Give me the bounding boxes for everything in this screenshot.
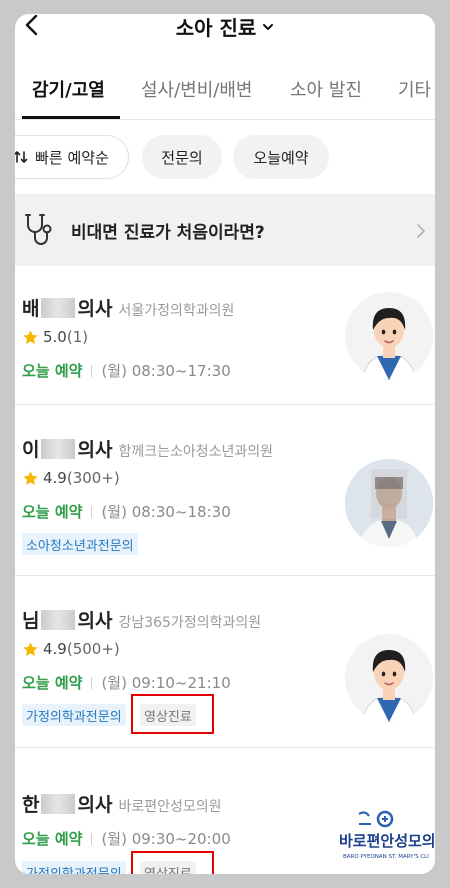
availability-label: 오늘 예약: [22, 362, 83, 380]
doctor-title: 의사: [77, 439, 113, 461]
doctor-title: 의사: [77, 794, 113, 816]
hours-row: 오늘 예약 (월) 09:10~21:10: [22, 672, 231, 693]
hospital-logo: 바로편안성모의 BARO PYEONAN ST. MARY'S CLI: [339, 806, 435, 866]
tab-etc[interactable]: 기타 소: [398, 76, 435, 102]
specialty-tag: 가정의학과전문의: [22, 861, 126, 874]
divider: [91, 676, 93, 689]
star-icon: [23, 329, 38, 344]
hours-row: 오늘 예약 (월) 08:30~18:30: [22, 501, 231, 522]
doctor-name-row: 님 의사 강남365가정의학과의원: [22, 606, 261, 633]
doctor-name-initial: 한: [22, 794, 40, 816]
star-icon: [23, 641, 38, 656]
rating-value: 4.9: [43, 640, 67, 658]
specialist-chip[interactable]: 전문의: [142, 135, 222, 179]
hospital-name: 바로편안성모의원: [118, 799, 222, 815]
doctor-card[interactable]: 이 의사 함께크는소아청소년과의원 4.9 (300+) 오늘 예약 (월) 08:30…: [15, 405, 435, 576]
rating-count: (1): [66, 328, 89, 346]
rating-row: 5.0 (1): [22, 328, 88, 346]
doctor-name-initial: 이: [22, 439, 40, 461]
name-blur: [41, 610, 76, 630]
doctor-avatar: [345, 292, 433, 380]
doctor-photo: [345, 459, 433, 547]
rating-row: 4.9 (300+): [22, 469, 120, 487]
specialty-tag: 소아청소년과전문의: [22, 533, 138, 555]
rating-row: 4.9 (500+): [22, 640, 120, 658]
availability-label: 오늘 예약: [22, 830, 83, 848]
doctor-title: 의사: [77, 610, 113, 632]
office-hours: (월) 09:10~21:10: [101, 674, 231, 692]
chevron-down-icon: [263, 24, 274, 30]
name-blur: [41, 298, 76, 318]
sort-label: 빠른 예약순: [35, 148, 109, 167]
today-reservation-chip[interactable]: 오늘예약: [233, 135, 329, 179]
divider: [91, 832, 93, 845]
name-blur: [41, 439, 76, 459]
logo-text: 바로편안성모의: [339, 832, 435, 850]
cartoon-doctor-icon: [362, 308, 416, 380]
hours-row: 오늘 예약 (월) 09:30~20:00: [22, 828, 231, 849]
hours-row: 오늘 예약 (월) 08:30~17:30: [22, 360, 231, 381]
category-tabs: 감기/고열 설사/변비/배변 소아 발진 기타 소: [15, 70, 435, 120]
doctor-title: 의사: [77, 298, 113, 320]
availability-label: 오늘 예약: [22, 674, 83, 692]
doctor-name-initial: 님: [22, 610, 40, 632]
divider: [91, 505, 93, 518]
divider: [91, 364, 93, 377]
hospital-name: 강남365가정의학과의원: [118, 615, 262, 631]
stethoscope-icon: [25, 214, 52, 245]
app-sheet: 소아 진료 감기/고열 설사/변비/배변 소아 발진 기타 소 빠른 예약순 전…: [15, 14, 435, 874]
sort-chip[interactable]: 빠른 예약순: [15, 135, 129, 179]
first-time-banner[interactable]: 비대면 진료가 처음이라면?: [15, 194, 435, 266]
tab-cold-fever[interactable]: 감기/고열: [32, 76, 105, 102]
hospital-logo-icon: 바로편안성모의 BARO PYEONAN ST. MARY'S CLI: [339, 810, 435, 860]
doctor-card[interactable]: 한 의사 바로편안성모의원 오늘 예약 (월) 09:30~20:00 가정의학과전문…: [15, 748, 435, 874]
doctor-avatar: [345, 634, 433, 722]
rating-value: 4.9: [43, 469, 67, 487]
office-hours: (월) 08:30~17:30: [101, 362, 231, 380]
doctor-name-row: 배 의사 서울가정의학과의원: [22, 294, 234, 321]
doctor-name-initial: 배: [22, 298, 40, 320]
star-icon: [23, 470, 38, 485]
rating-count: (500+): [66, 640, 120, 658]
today-label: 오늘예약: [253, 148, 309, 167]
header: 소아 진료: [15, 14, 435, 40]
cartoon-doctor-icon: [362, 650, 416, 722]
office-hours: (월) 09:30~20:00: [101, 830, 231, 848]
office-hours: (월) 08:30~18:30: [101, 503, 231, 521]
doctor-card[interactable]: 배 의사 서울가정의학과의원 5.0 (1) 오늘 예약 (월) 08:30~17:30: [15, 266, 435, 405]
hospital-name: 서울가정의학과의원: [118, 303, 235, 319]
doctor-card[interactable]: 님 의사 강남365가정의학과의원 4.9 (500+) 오늘 예약 (월) 09:10…: [15, 576, 435, 748]
sort-icon: [15, 151, 28, 163]
logo-subtext: BARO PYEONAN ST. MARY'S CLI: [343, 854, 429, 860]
tab-rash[interactable]: 소아 발진: [290, 76, 362, 102]
banner-text: 비대면 진료가 처음이라면?: [71, 223, 265, 243]
name-blur: [41, 794, 76, 814]
highlight-box: [131, 694, 214, 734]
hospital-name: 함께크는소아청소년과의원: [118, 444, 274, 460]
rating-value: 5.0: [43, 328, 67, 346]
page-title: 소아 진료: [175, 16, 257, 40]
availability-label: 오늘 예약: [22, 503, 83, 521]
doctor-name-row: 한 의사 바로편안성모의원: [22, 790, 222, 817]
specialty-tag: 가정의학과전문의: [22, 704, 126, 726]
highlight-box: [131, 851, 214, 874]
rating-count: (300+): [66, 469, 120, 487]
chevron-right-icon: [417, 224, 425, 238]
doctor-photo-icon: [345, 459, 433, 547]
specialist-label: 전문의: [161, 148, 203, 167]
tab-digestive[interactable]: 설사/변비/배변: [141, 76, 253, 102]
title-dropdown[interactable]: 소아 진료: [15, 14, 435, 41]
active-tab-indicator: [22, 116, 120, 119]
doctor-name-row: 이 의사 함께크는소아청소년과의원: [22, 435, 273, 462]
